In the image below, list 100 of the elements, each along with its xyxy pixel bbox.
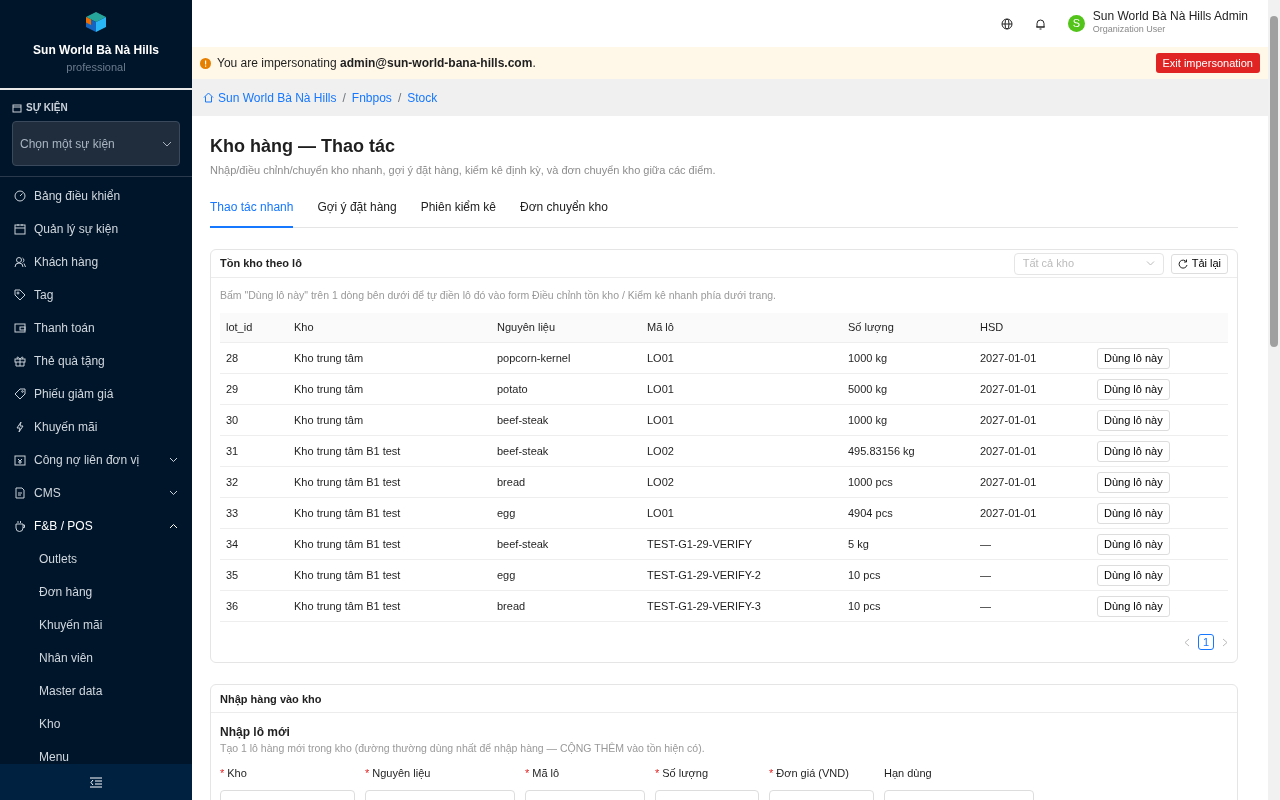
- table-cell: LO01: [641, 497, 842, 529]
- column-header: lot_id: [220, 312, 288, 343]
- table-cell: beef-steak: [491, 435, 641, 467]
- sidebar-item[interactable]: F&B / POS: [0, 509, 192, 542]
- field-label: * Số lượng: [655, 766, 710, 782]
- table-cell: Kho trung tâm B1 test: [288, 528, 491, 560]
- use-lot-button[interactable]: Dùng lô này: [1097, 503, 1170, 524]
- table-cell: 1000 kg: [842, 404, 974, 436]
- tab[interactable]: Phiên kiểm kê: [420, 198, 497, 229]
- field-label: * Mã lô: [525, 766, 561, 782]
- ledger-icon: [14, 453, 26, 466]
- table-cell: LO01: [641, 373, 842, 405]
- use-lot-button[interactable]: Dùng lô này: [1097, 596, 1170, 617]
- sidebar-subitem[interactable]: Outlets: [0, 542, 192, 575]
- user-role: Organization User: [1092, 23, 1167, 37]
- user-name: Sun World Bà Nà Hills Admin: [1092, 10, 1248, 24]
- reload-button[interactable]: Tải lại: [1170, 253, 1228, 274]
- table-cell: beef-steak: [491, 528, 641, 560]
- table-cell: Kho trung tâm B1 test: [288, 466, 491, 498]
- table-cell: LO02: [641, 466, 842, 498]
- table-cell: TEST-G1-29-VERIFY-3: [641, 590, 842, 622]
- page-subtitle: Nhập/điều chỉnh/chuyển kho nhanh, gợi ý đặt hàng, kiểm kê định kỳ, và đơn chuyển kho giữa các điểm.: [210, 162, 717, 178]
- table-cell: bread: [491, 590, 641, 622]
- sidebar-subitem[interactable]: Kho: [0, 707, 192, 740]
- sidebar-item[interactable]: Công nợ liên đơn vị: [0, 443, 192, 476]
- table-cell: popcorn-kernel: [491, 342, 641, 374]
- use-lot-button[interactable]: Dùng lô này: [1097, 441, 1170, 462]
- table-cell: Kho trung tâm: [288, 373, 491, 405]
- breadcrumb-link[interactable]: Sun World Bà Nà Hills: [203, 88, 337, 107]
- use-lot-button[interactable]: Dùng lô này: [1097, 379, 1170, 400]
- bell-icon[interactable]: [1034, 17, 1046, 30]
- sidebar-subitem[interactable]: Đơn hàng: [0, 575, 192, 608]
- sidebar-subitem[interactable]: Khuyến mãi: [0, 608, 192, 641]
- table-cell: 34: [220, 528, 288, 560]
- field-label: Hạn dùng: [884, 766, 933, 782]
- section-label: SỰ KIỆN: [26, 100, 68, 115]
- tab[interactable]: Thao tác nhanh: [210, 198, 294, 229]
- use-lot-button[interactable]: Dùng lô này: [1097, 534, 1170, 555]
- breadcrumb-link[interactable]: Fnbpos: [351, 88, 392, 107]
- sidebar-item[interactable]: Bảng điều khiển: [0, 179, 192, 212]
- table-cell: 4904 pcs: [842, 497, 974, 529]
- table-cell: Kho trung tâm B1 test: [288, 435, 491, 467]
- table-cell: 2027-01-01: [974, 373, 1091, 405]
- file-icon: [14, 486, 26, 499]
- sidebar-item[interactable]: Khuyến mãi: [0, 410, 192, 443]
- use-lot-button[interactable]: Dùng lô này: [1097, 565, 1170, 586]
- column-header: HSD: [974, 312, 1091, 343]
- logo-icon: [85, 11, 107, 33]
- next-page-icon[interactable]: [1222, 637, 1228, 647]
- use-lot-button[interactable]: Dùng lô này: [1097, 472, 1170, 493]
- sidebar-subitem[interactable]: Menu: [0, 740, 192, 764]
- sidebar-subitem[interactable]: Nhân viên: [0, 641, 192, 674]
- event-select[interactable]: Chọn một sự kiện: [12, 121, 180, 166]
- use-lot-button[interactable]: Dùng lô này: [1097, 348, 1170, 369]
- table-cell: 5000 kg: [842, 373, 974, 405]
- sidebar-subitem[interactable]: Master data: [0, 674, 192, 707]
- sidebar-item[interactable]: CMS: [0, 476, 192, 509]
- tags-icon: [14, 288, 26, 301]
- tab[interactable]: Gợi ý đặt hàng: [317, 198, 397, 229]
- table-cell: 2027-01-01: [974, 466, 1091, 498]
- previous-page-icon[interactable]: [1184, 637, 1190, 647]
- card-title: Tồn kho theo lô: [220, 256, 302, 272]
- scrollbar-thumb[interactable]: [1270, 16, 1278, 347]
- field-label: * Đơn giá (VND): [769, 766, 850, 782]
- sidebar-item[interactable]: Tag: [0, 278, 192, 311]
- field-label: * Kho: [220, 766, 248, 782]
- table-cell: LO01: [641, 404, 842, 436]
- card-title: Nhập hàng vào kho: [220, 691, 322, 708]
- breadcrumb-link[interactable]: Stock: [407, 88, 438, 107]
- globe-icon[interactable]: [1000, 17, 1013, 30]
- table-cell: 31: [220, 435, 288, 467]
- collapse-menu-icon[interactable]: [90, 776, 102, 788]
- use-lot-button[interactable]: Dùng lô này: [1097, 410, 1170, 431]
- exit-impersonation-button[interactable]: Exit impersonation: [1155, 52, 1260, 74]
- sidebar-item[interactable]: Phiếu giảm giá: [0, 377, 192, 410]
- brand-name: Sun World Bà Nà Hills: [33, 42, 159, 59]
- reload-icon: [1177, 258, 1188, 269]
- table-cell: 5 kg: [842, 528, 974, 560]
- chevron-down-icon: [1145, 261, 1155, 267]
- column-header: Số lượng: [842, 312, 974, 343]
- table-cell: Kho trung tâm B1 test: [288, 497, 491, 529]
- scrollbar[interactable]: [1268, 0, 1280, 800]
- sidebar-item[interactable]: Quản lý sự kiện: [0, 212, 192, 245]
- sidebar-item[interactable]: Thẻ quà tặng: [0, 344, 192, 377]
- table-cell: LO02: [641, 435, 842, 467]
- sidebar-item[interactable]: Thanh toán: [0, 311, 192, 344]
- table-cell: beef-steak: [491, 404, 641, 436]
- table-cell: TEST-G1-29-VERIFY-2: [641, 559, 842, 591]
- table-cell: 10 pcs: [842, 590, 974, 622]
- tab[interactable]: Đơn chuyển kho: [520, 198, 608, 229]
- users-icon: [14, 255, 26, 268]
- table-cell: TEST-G1-29-VERIFY: [641, 528, 842, 560]
- table-cell: 2027-01-01: [974, 435, 1091, 467]
- plan-label: professional: [66, 60, 126, 75]
- wallet-icon: [14, 321, 26, 334]
- table-cell: —: [974, 528, 1091, 560]
- section-description: Tạo 1 lô hàng mới trong kho (đường thường dùng nhất để nhập hàng — CỘNG THÊM vào tồn hiện có).: [220, 741, 706, 757]
- sidebar-item[interactable]: Khách hàng: [0, 245, 192, 278]
- page-button[interactable]: 1: [1198, 634, 1214, 651]
- tag-icon: [14, 387, 26, 400]
